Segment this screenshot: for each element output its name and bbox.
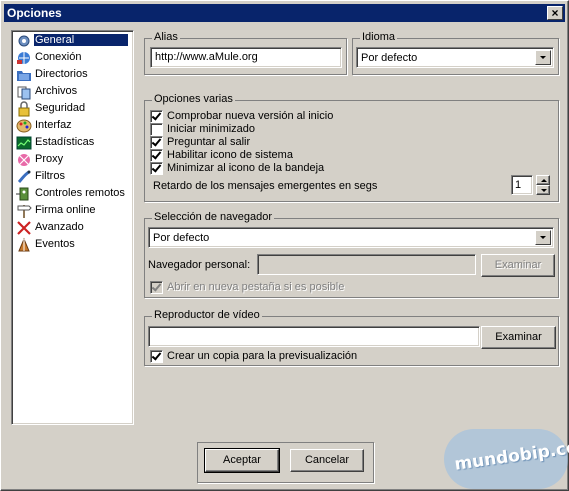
check-label: Minimizar al icono de la bandeja	[167, 162, 325, 174]
alias-legend: Alias	[152, 31, 180, 43]
opciones-varias-group: Opciones varias Comprobar nueva versión …	[144, 93, 559, 202]
sidebar-item-seguridad[interactable]: Seguridad	[15, 101, 131, 117]
window-title: Opciones	[7, 6, 62, 20]
sidebar[interactable]: General Conexión Directorios Archivos Se…	[11, 30, 134, 425]
cancelar-button[interactable]: Cancelar	[290, 449, 364, 472]
tools-icon	[17, 221, 31, 235]
alias-group: Alias http://www.aMule.org	[144, 31, 347, 75]
events-icon	[18, 237, 30, 252]
button-label: Examinar	[494, 259, 542, 271]
folder-icon	[17, 71, 31, 81]
spin-up-icon[interactable]	[536, 175, 550, 185]
sidebar-item-label: General	[33, 33, 129, 47]
sidebar-item-proxy[interactable]: Proxy	[15, 152, 131, 168]
sidebar-item-label: Interfaz	[35, 119, 72, 131]
video-input[interactable]	[148, 326, 480, 347]
watermark-logo: mundobip.com	[444, 429, 569, 489]
sidebar-item-label: Firma online	[35, 204, 96, 216]
button-label: Examinar	[495, 331, 542, 343]
sidebar-item-estadisticas[interactable]: Estadísticas	[15, 135, 131, 151]
files-icon	[17, 86, 31, 100]
options-window: Opciones × General Conexión Directorios …	[0, 0, 569, 491]
proxy-icon	[18, 154, 30, 166]
examinar-video-button[interactable]: Examinar	[481, 326, 556, 349]
sidebar-item-label: Controles remotos	[35, 187, 125, 199]
network-icon	[17, 52, 30, 64]
chart-icon	[16, 136, 32, 150]
title-bar[interactable]: Opciones ×	[4, 4, 565, 22]
sidebar-item-avanzado[interactable]: Avanzado	[15, 220, 131, 236]
check-label: Preguntar al salir	[167, 136, 251, 148]
video-legend: Reproductor de vídeo	[152, 309, 262, 321]
sidebar-item-label: Proxy	[35, 153, 64, 165]
idioma-value: Por defecto	[361, 52, 418, 64]
sidebar-item-controles-remotos[interactable]: Controles remotos	[15, 186, 131, 202]
personal-input[interactable]	[257, 254, 476, 275]
check-label: Iniciar minimizado	[167, 123, 256, 135]
button-label: Aceptar	[223, 454, 261, 466]
checkbox[interactable]	[150, 136, 163, 149]
aceptar-button[interactable]: Aceptar	[204, 448, 280, 473]
checkbox[interactable]	[150, 149, 163, 162]
opciones-legend: Opciones varias	[152, 93, 235, 105]
remote-icon	[16, 187, 29, 201]
gear-icon	[18, 35, 30, 47]
sidebar-item-archivos[interactable]: Archivos	[15, 84, 131, 100]
sidebar-item-eventos[interactable]: Eventos	[15, 237, 131, 253]
delay-input[interactable]: 1	[511, 175, 533, 195]
sidebar-item-label: Filtros	[35, 170, 65, 182]
check-label: Habilitar icono de sistema	[167, 149, 293, 161]
sidebar-item-filtros[interactable]: Filtros	[15, 169, 131, 185]
delay-spinner[interactable]	[536, 175, 550, 195]
idioma-group: Idioma Por defecto	[352, 31, 559, 75]
checkbox[interactable]	[150, 110, 163, 123]
checkbox[interactable]	[150, 123, 163, 136]
chevron-down-icon[interactable]	[535, 50, 551, 65]
idioma-legend: Idioma	[360, 31, 398, 43]
alias-input[interactable]: http://www.aMule.org	[150, 47, 342, 68]
sidebar-item-label: Avanzado	[35, 221, 84, 233]
sidebar-item-label: Estadísticas	[35, 136, 95, 148]
check-label: Comprobar nueva versión al inicio	[167, 110, 334, 122]
sidebar-item-label: Seguridad	[35, 102, 86, 114]
spin-down-icon[interactable]	[536, 185, 550, 195]
examinar-navegador-button[interactable]: Examinar	[481, 254, 555, 277]
navegador-value: Por defecto	[153, 232, 210, 244]
palette-icon	[16, 119, 32, 133]
checkbox[interactable]	[150, 281, 163, 294]
filter-icon	[17, 170, 31, 184]
sidebar-item-interfaz[interactable]: Interfaz	[15, 118, 131, 134]
idioma-select[interactable]: Por defecto	[356, 47, 554, 68]
signpost-icon	[17, 205, 32, 218]
personal-label: Navegador personal:	[148, 259, 251, 271]
delay-label: Retardo de los mensajes emergentes en se…	[153, 180, 378, 192]
sidebar-item-label: Conexión	[35, 51, 82, 63]
sidebar-item-directorios[interactable]: Directorios	[15, 67, 131, 83]
close-button[interactable]: ×	[547, 6, 563, 20]
check-label: Crear un copia para la previsualización	[167, 350, 358, 362]
sidebar-item-general[interactable]: General	[15, 33, 131, 49]
check-label: Abrir en nueva pestaña si es posible	[167, 281, 345, 293]
checkbox[interactable]	[150, 162, 163, 175]
navegador-legend: Selección de navegador	[152, 211, 275, 223]
chevron-down-icon[interactable]	[535, 230, 551, 245]
sidebar-item-conexion[interactable]: Conexión	[15, 50, 131, 66]
sidebar-item-label: Directorios	[35, 68, 88, 80]
navegador-group: Selección de navegador Por defecto Naveg…	[144, 211, 559, 298]
checkbox[interactable]	[150, 350, 163, 363]
button-label: Cancelar	[304, 454, 350, 466]
video-group: Reproductor de vídeo Examinar Crear un c…	[144, 309, 559, 366]
navegador-select[interactable]: Por defecto	[148, 227, 554, 248]
sidebar-item-label: Eventos	[35, 238, 75, 250]
sidebar-item-firma-online[interactable]: Firma online	[15, 203, 131, 219]
watermark-text: mundobip.com	[453, 435, 569, 475]
lock-icon	[18, 101, 30, 117]
sidebar-item-label: Archivos	[35, 85, 78, 97]
